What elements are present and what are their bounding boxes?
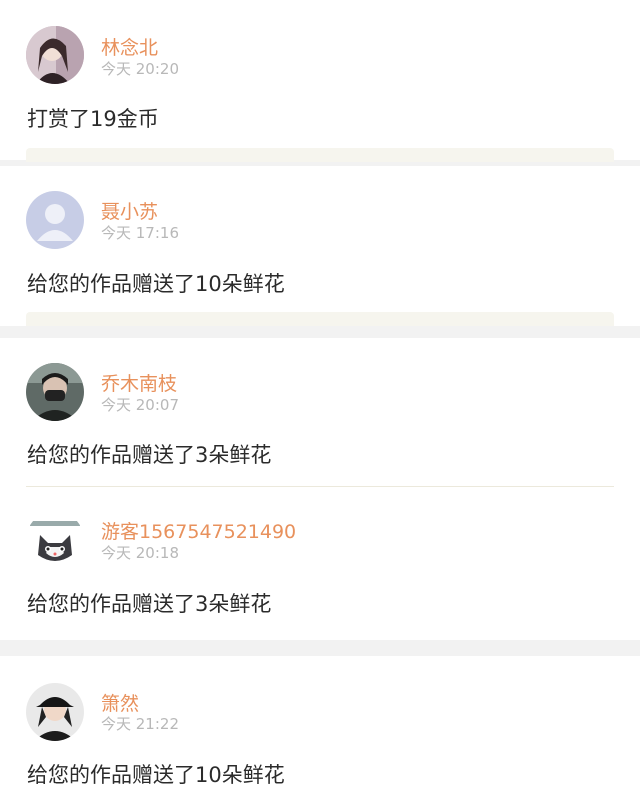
avatar[interactable] bbox=[26, 683, 84, 741]
avatar-cartoon-cat-icon bbox=[26, 511, 84, 569]
sender-name[interactable]: 游客1567547521490 bbox=[101, 517, 296, 544]
sender-name[interactable]: 箫然 bbox=[101, 689, 139, 716]
message-time: 今天 21:22 bbox=[101, 715, 179, 733]
avatar[interactable] bbox=[26, 26, 84, 84]
message-text: 打赏了19金币 bbox=[27, 107, 159, 131]
quoted-work-preview[interactable] bbox=[26, 148, 614, 162]
message-time: 今天 20:07 bbox=[101, 396, 179, 414]
message-card: 林念北 今天 20:20 打赏了19金币 bbox=[0, 0, 640, 162]
quoted-work-preview[interactable] bbox=[26, 312, 614, 326]
default-avatar-icon bbox=[26, 191, 84, 249]
message-card: 乔木南枝 今天 20:07 给您的作品赠送了3朵鲜花 游客15675475214… bbox=[0, 338, 640, 640]
message-time: 今天 17:16 bbox=[101, 224, 179, 242]
message-text: 给您的作品赠送了10朵鲜花 bbox=[27, 763, 285, 787]
divider bbox=[26, 486, 614, 487]
message-text: 给您的作品赠送了10朵鲜花 bbox=[27, 272, 285, 296]
avatar[interactable] bbox=[26, 363, 84, 421]
avatar-photo-masked-person-icon bbox=[26, 363, 84, 421]
avatar[interactable] bbox=[26, 191, 84, 249]
message-time: 今天 20:18 bbox=[101, 544, 179, 562]
gift-message-feed: 林念北 今天 20:20 打赏了19金币 聂小苏 今天 17:16 给您的作品赠… bbox=[0, 0, 640, 798]
sender-name[interactable]: 林念北 bbox=[101, 33, 158, 60]
message-text: 给您的作品赠送了3朵鲜花 bbox=[27, 592, 272, 616]
sender-name[interactable]: 聂小苏 bbox=[101, 197, 158, 224]
avatar[interactable] bbox=[26, 511, 84, 569]
message-text: 给您的作品赠送了3朵鲜花 bbox=[27, 443, 272, 467]
message-card: 聂小苏 今天 17:16 给您的作品赠送了10朵鲜花 bbox=[0, 166, 640, 326]
message-time: 今天 20:20 bbox=[101, 60, 179, 78]
sender-name[interactable]: 乔木南枝 bbox=[101, 369, 177, 396]
message-card: 箫然 今天 21:22 给您的作品赠送了10朵鲜花 bbox=[0, 656, 640, 798]
avatar-photo-girl-icon bbox=[26, 26, 84, 84]
avatar-photo-cap-person-icon bbox=[26, 683, 84, 741]
